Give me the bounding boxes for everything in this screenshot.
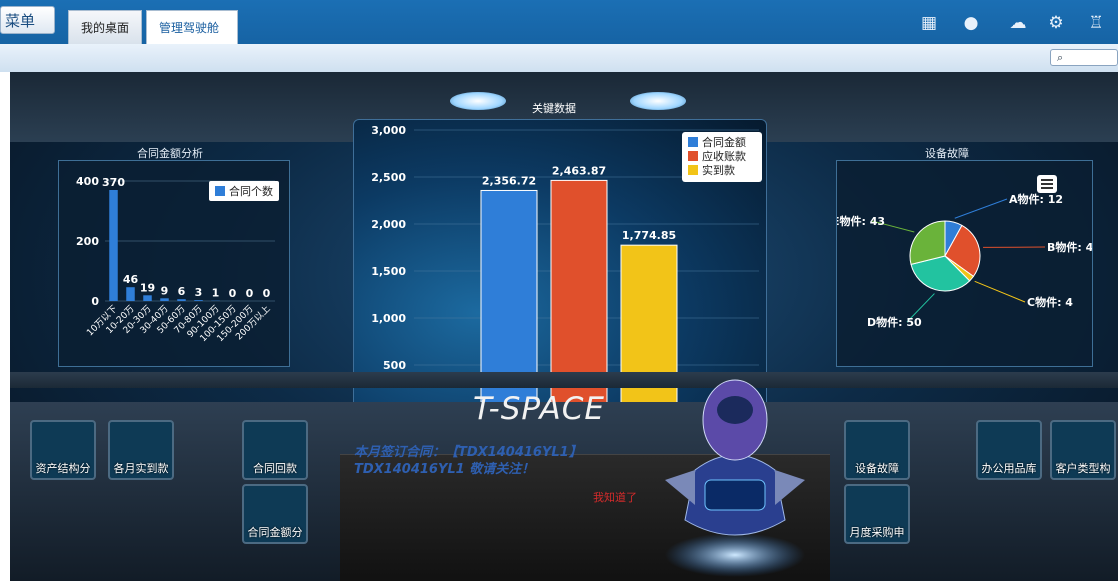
data-label: 19 [140,281,155,294]
data-label: 3 [195,286,203,299]
dial-label: 合同金额分 [247,526,303,539]
y-tick-label: 500 [383,359,406,372]
slice-label: B物件: 40 [1047,240,1092,254]
user-outline-icon[interactable]: ♖ [1085,12,1107,34]
left-panel-title: 合同金额分析 [137,147,203,160]
right-panel-title: 设备故障 [925,147,969,160]
ceiling-light [450,92,506,110]
data-label: 9 [161,284,169,297]
dial-asset-structure[interactable]: 资产结构分 [30,420,96,480]
search-input[interactable]: ⌕ [1050,49,1118,66]
ceiling-light [630,92,686,110]
grid-add-icon[interactable]: ▦ [918,12,940,34]
data-label: 46 [123,273,139,286]
y-tick-label: 200 [76,235,99,248]
dial-label: 月度采购申 [849,526,905,539]
tspace-logo: T-SPACE [473,391,605,427]
tab-label: 我的桌面 [81,21,130,35]
bar [126,287,135,301]
gear-icon[interactable]: ⚙ [1045,12,1067,34]
dial-label: 各月实到款 [113,462,169,475]
tab-label: 管理驾驶舱 [159,21,220,35]
legend-label: 合同个数 [229,184,273,198]
data-label: 0 [263,287,271,300]
cockpit-title: 关键数据 [532,102,576,115]
data-label: 0 [229,287,237,300]
slice-label: D物件: 50 [867,315,922,329]
y-tick-label: 1,000 [371,312,406,325]
legend-swatch [688,151,698,161]
label-connector [954,198,1008,219]
y-tick-label: 400 [76,175,99,188]
bar [177,299,186,301]
legend-label: 合同金额 [702,135,746,149]
bar [160,298,169,301]
sub-toolbar: ⌕ [0,44,1118,73]
slice-label: C物件: 4 [1027,295,1073,309]
data-label: 2,356.72 [482,174,536,187]
label-connector [974,280,1026,303]
legend-swatch [688,137,698,147]
dial-contract-amount[interactable]: 合同金额分 [242,484,308,544]
cloud-upload-icon[interactable]: ☁ [1007,12,1029,34]
cockpit-dashboard: 关键数据 合同金额分析 400 200 0 370 10万以下 46 10-20万 19 20-… [10,72,1118,581]
dial-customer-type[interactable]: 客户类型构 [1050,420,1116,480]
data-label: 370 [102,176,125,189]
notice-line: 本月签订合同：【TDX140416YL1】 [354,445,582,460]
data-label: 2,463.87 [552,164,606,177]
legend-swatch [215,186,225,196]
robot-mascot [665,379,805,577]
dial-equipment-fault[interactable]: 设备故障 [844,420,910,480]
legend-label: 实到款 [702,163,735,177]
y-tick-label: 2,500 [371,171,406,184]
dial-label: 客户类型构 [1055,462,1111,475]
equipment-fault-panel: A物件: 12 B物件: 40 C物件: 4 D物件: 50 E物件: 43 [832,160,1101,367]
data-label: 1 [212,287,220,300]
search-icon: ⌕ [1057,51,1064,64]
bar [109,190,118,301]
legend-swatch [688,165,698,175]
y-tick-label: 0 [91,295,99,308]
dial-contract-payment[interactable]: 合同回款 [242,420,308,480]
dial-label: 设备故障 [855,462,899,475]
dial-label: 办公用品库 [981,462,1037,475]
data-label: 6 [178,285,186,298]
contract-amount-panel: 400 200 0 370 10万以下 46 10-20万 19 20-30万 9 30-40万 6 5… [58,160,290,367]
tab-my-desktop[interactable]: 我的桌面 [68,10,142,44]
console-strip [10,372,1118,388]
y-tick-label: 3,000 [371,124,406,137]
left-margin [0,72,10,581]
data-label: 1,774.85 [622,229,676,242]
equipment-fault-chart: A物件: 12 B物件: 40 C物件: 4 D物件: 50 E物件: 43 [832,175,1101,329]
tab-management-cockpit[interactable]: 管理驾驶舱× [146,10,238,69]
dial-label: 合同回款 [253,462,297,475]
dial-office-supplies[interactable]: 办公用品库 [976,420,1042,480]
dial-monthly-payment[interactable]: 各月实到款 [108,420,174,480]
notice-line: TDX140416YL1 敬请关注！ [354,462,535,477]
acknowledge-button[interactable]: 我知道了 [593,489,637,505]
bar [194,300,203,301]
data-label: 0 [246,287,254,300]
slice-label: A物件: 12 [1009,192,1063,206]
dial-label: 资产结构分 [35,462,91,475]
y-tick-label: 2,000 [371,218,406,231]
y-tick-label: 1,500 [371,265,406,278]
legend-label: 应收账款 [702,149,746,163]
dial-monthly-purchase[interactable]: 月度采购申 [844,484,910,544]
top-bar: 菜单 我的桌面 管理驾驶舱× ▦ ● ☁ ⚙ ♖ [0,0,1118,69]
contract-count-chart: 400200037010万以下4610-20万1920-30万930-40万65… [76,175,279,344]
contract-notice: 本月签订合同：【TDX140416YL1】 TDX140416YL1 敬请关注！ [354,444,654,478]
bar [143,295,152,301]
user-icon[interactable]: ● [960,12,982,34]
slice-label: E物件: 43 [837,214,885,228]
menu-button[interactable]: 菜单 [0,6,55,34]
